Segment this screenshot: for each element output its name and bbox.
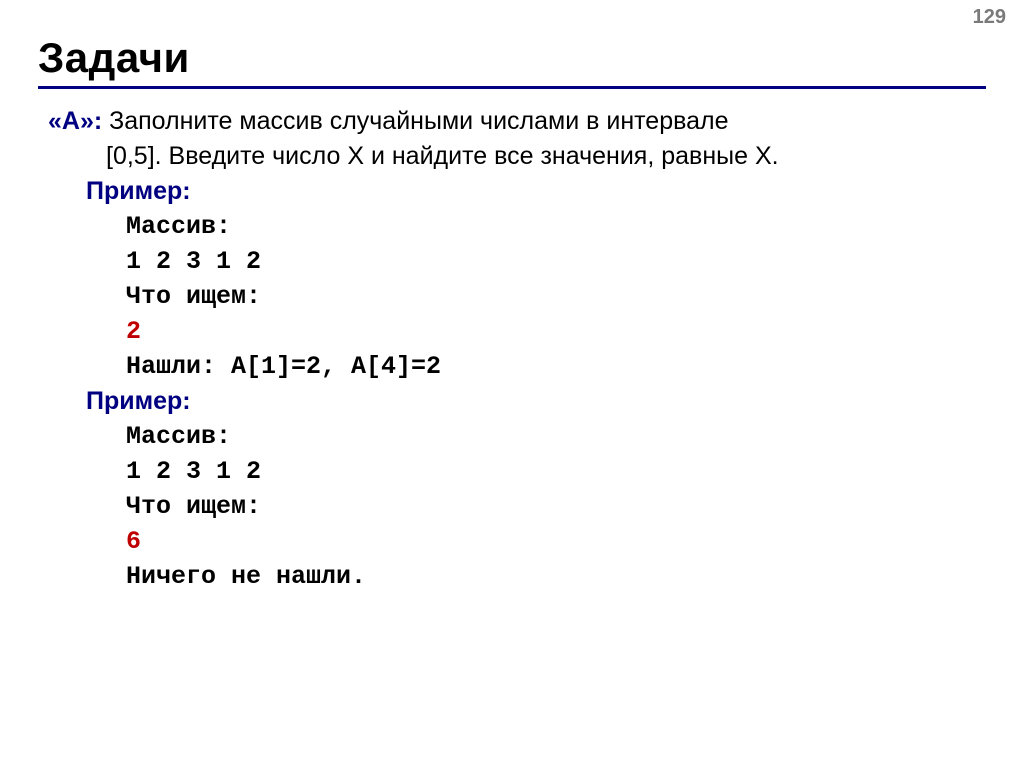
example-1-line-1: 1 2 3 1 2 bbox=[126, 244, 984, 279]
example-2-line-2: Что ищем: bbox=[126, 489, 984, 524]
task-text-part1: Заполните массив случайными числами в ин… bbox=[102, 107, 728, 135]
example-1-line-3: 2 bbox=[126, 314, 984, 349]
slide-page: 129 Задачи «A»: Заполните массив случайн… bbox=[0, 0, 1024, 767]
content-block: «A»: Заполните массив случайными числами… bbox=[48, 104, 984, 594]
example-label-2: Пример: bbox=[86, 384, 984, 419]
example-2-line-1: 1 2 3 1 2 bbox=[126, 454, 984, 489]
task-label: «A»: bbox=[48, 107, 102, 135]
task-description-line1: «A»: Заполните массив случайными числами… bbox=[48, 104, 984, 139]
example-label-1: Пример: bbox=[86, 174, 984, 209]
example-2-line-3: 6 bbox=[126, 524, 984, 559]
example-2-line-4: Ничего не нашли. bbox=[126, 559, 984, 594]
page-title: Задачи bbox=[38, 34, 986, 89]
example-2-line-0: Массив: bbox=[126, 419, 984, 454]
example-1-line-4: Нашли: A[1]=2, A[4]=2 bbox=[126, 349, 984, 384]
page-number: 129 bbox=[973, 6, 1006, 29]
example-1-line-2: Что ищем: bbox=[126, 279, 984, 314]
example-1-line-0: Массив: bbox=[126, 209, 984, 244]
task-description-line2: [0,5]. Введите число X и найдите все зна… bbox=[106, 139, 984, 174]
